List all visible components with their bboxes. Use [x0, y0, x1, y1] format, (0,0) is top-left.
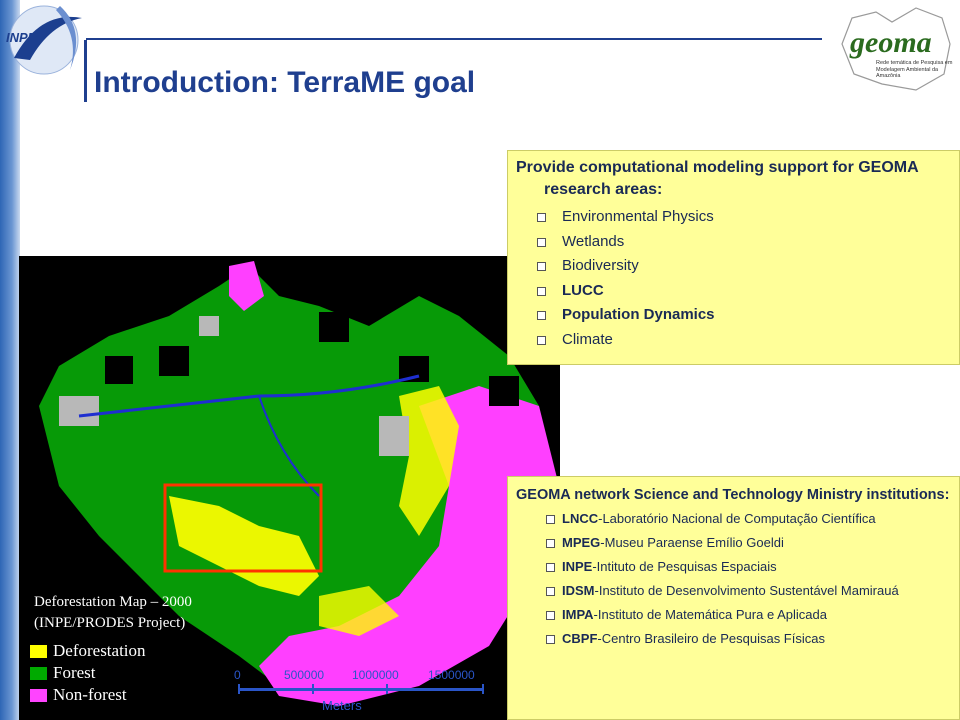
scale-line	[238, 688, 484, 691]
legend-swatch-nonforest	[30, 688, 47, 702]
map-scale-bar: 0 500000 1000000 1500000 Meters	[228, 668, 498, 718]
square-bullet-icon	[546, 635, 555, 644]
map-caption-line1: Deforestation Map – 2000	[34, 594, 192, 610]
scale-tick-label: 1000000	[352, 668, 399, 682]
square-bullet-icon	[537, 262, 546, 271]
legend-item-deforestation: Deforestation	[30, 640, 146, 662]
list-item: Environmental Physics	[537, 205, 951, 230]
square-bullet-icon	[546, 611, 555, 620]
list-item: Climate	[537, 328, 951, 353]
square-bullet-icon	[537, 213, 546, 222]
institutions-heading: GEOMA network Science and Technology Min…	[516, 487, 950, 503]
geoma-logo-text: geoma	[850, 26, 932, 59]
geoma-logo: geoma Rede temática de Pesquisa em Model…	[832, 4, 956, 96]
square-bullet-icon	[537, 237, 546, 247]
map-caption-line2: (INPE/PRODES Project)	[34, 615, 186, 631]
map-caption: Deforestation Map – 2000 (INPE/PRODES Pr…	[34, 592, 192, 634]
legend-label: Forest	[53, 663, 96, 682]
legend-swatch-deforestation	[30, 644, 47, 658]
scale-unit: Meters	[322, 698, 362, 713]
list-item: Biodiversity	[537, 254, 951, 279]
list-item: Wetlands	[537, 230, 951, 255]
inpe-swoosh-icon	[9, 5, 82, 75]
scale-tick	[482, 684, 484, 694]
list-item: MPEG-Museu Paraense Emílio Goeldi	[546, 535, 951, 551]
scale-tick-label: 0	[234, 668, 241, 682]
inpe-logo: INPE	[0, 0, 92, 92]
square-bullet-icon	[546, 587, 555, 596]
square-bullet-icon	[537, 311, 546, 320]
legend-item-nonforest: Non-forest	[30, 684, 146, 706]
list-item: CBPF-Centro Brasileiro de Pesquisas Físi…	[546, 631, 951, 647]
map-legend: Deforestation Forest Non-forest	[30, 640, 146, 706]
scale-tick	[238, 684, 240, 694]
legend-swatch-forest	[30, 666, 47, 680]
list-item: IDSM-Instituto de Desenvolvimento Susten…	[546, 583, 951, 599]
square-bullet-icon	[546, 563, 555, 572]
institutions-list: LNCC-Laboratório Nacional de Computação …	[516, 511, 951, 647]
institutions-box: GEOMA network Science and Technology Min…	[507, 476, 960, 720]
page-title: Introduction: TerraME goal	[94, 66, 476, 99]
list-item: IMPA-Instituto de Matemática Pura e Apli…	[546, 607, 951, 623]
square-bullet-icon	[546, 515, 555, 524]
square-bullet-icon	[546, 539, 555, 548]
list-item: LNCC-Laboratório Nacional de Computação …	[546, 511, 951, 527]
header-rule-vertical	[84, 40, 87, 102]
inpe-logo-text: INPE	[6, 30, 37, 45]
list-item: Population Dynamics	[537, 303, 951, 328]
header-rule-horizontal	[86, 38, 822, 40]
research-areas-box: Provide computational modeling support f…	[507, 150, 960, 365]
legend-item-forest: Forest	[30, 662, 146, 684]
scale-tick	[386, 684, 388, 694]
list-item: INPE-Intituto de Pesquisas Espaciais	[546, 559, 951, 575]
square-bullet-icon	[537, 286, 546, 296]
research-areas-list: Environmental Physics Wetlands Biodivers…	[516, 205, 951, 352]
list-item: LUCC	[537, 279, 951, 304]
legend-label: Non-forest	[53, 685, 127, 704]
legend-label: Deforestation	[53, 641, 146, 660]
square-bullet-icon	[537, 335, 546, 345]
geoma-logo-subtitle: Rede temática de Pesquisa em Modelagem A…	[876, 60, 953, 79]
scale-tick-label: 500000	[284, 668, 325, 682]
scale-tick	[312, 684, 314, 694]
research-areas-heading: Provide computational modeling support f…	[516, 159, 919, 198]
left-gradient-bar	[0, 0, 20, 720]
scale-tick-label: 1500000	[428, 668, 475, 682]
